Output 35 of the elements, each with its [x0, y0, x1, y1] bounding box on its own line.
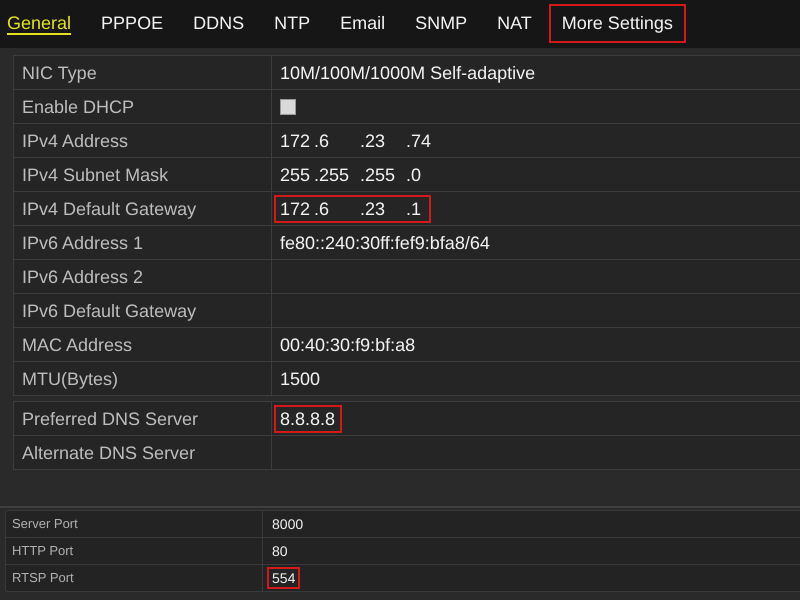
value-field[interactable]: fe80::240:30ff:fef9:bfa8/64 [274, 228, 497, 256]
field-label: MTU(Bytes) [22, 368, 118, 390]
value-field[interactable]: 80 [267, 540, 293, 562]
field-label: IPv4 Address [22, 130, 128, 152]
value-field[interactable]: 1500 [274, 364, 328, 392]
ip-address-field[interactable]: 172 .6 .23 .1 [274, 194, 432, 222]
field-label: RTSP Port [12, 570, 74, 586]
tab[interactable]: DDNS [180, 4, 258, 43]
tab[interactable]: General [0, 4, 84, 43]
field-label: IPv6 Address 1 [22, 232, 144, 254]
field-label: NIC Type [22, 62, 97, 84]
field-label: Server Port [12, 516, 78, 532]
value-field[interactable]: 554 [267, 567, 300, 589]
tab[interactable]: Email [327, 4, 398, 43]
value-field[interactable]: 10M/100M/1000M Self-adaptive [274, 58, 542, 86]
tab[interactable]: NTP [261, 4, 324, 43]
field-label: HTTP Port [12, 543, 74, 559]
ip-address-field[interactable]: 255 .255 .255 .0 [274, 160, 432, 188]
tab[interactable]: NAT [484, 4, 545, 43]
tab[interactable]: More Settings [548, 4, 686, 43]
value-field[interactable]: 8000 [267, 513, 308, 535]
field-label: Alternate DNS Server [22, 442, 196, 464]
field-label: IPv6 Address 2 [22, 266, 144, 288]
field-label: Preferred DNS Server [22, 408, 198, 430]
field-label: IPv4 Subnet Mask [22, 164, 168, 186]
tab[interactable]: PPPOE [88, 4, 176, 43]
field-label: IPv4 Default Gateway [22, 198, 196, 220]
tab[interactable]: SNMP [402, 4, 480, 43]
checkbox[interactable] [280, 98, 296, 114]
ip-address-field[interactable]: 172 .6 .23 .74 [274, 126, 442, 154]
value-field[interactable]: 00:40:30:f9:bf:a8 [274, 330, 422, 358]
value-field[interactable]: 8.8.8.8 [274, 404, 342, 432]
field-label: Enable DHCP [22, 96, 134, 118]
field-label: IPv6 Default Gateway [22, 300, 196, 322]
field-label: MAC Address [22, 334, 132, 356]
